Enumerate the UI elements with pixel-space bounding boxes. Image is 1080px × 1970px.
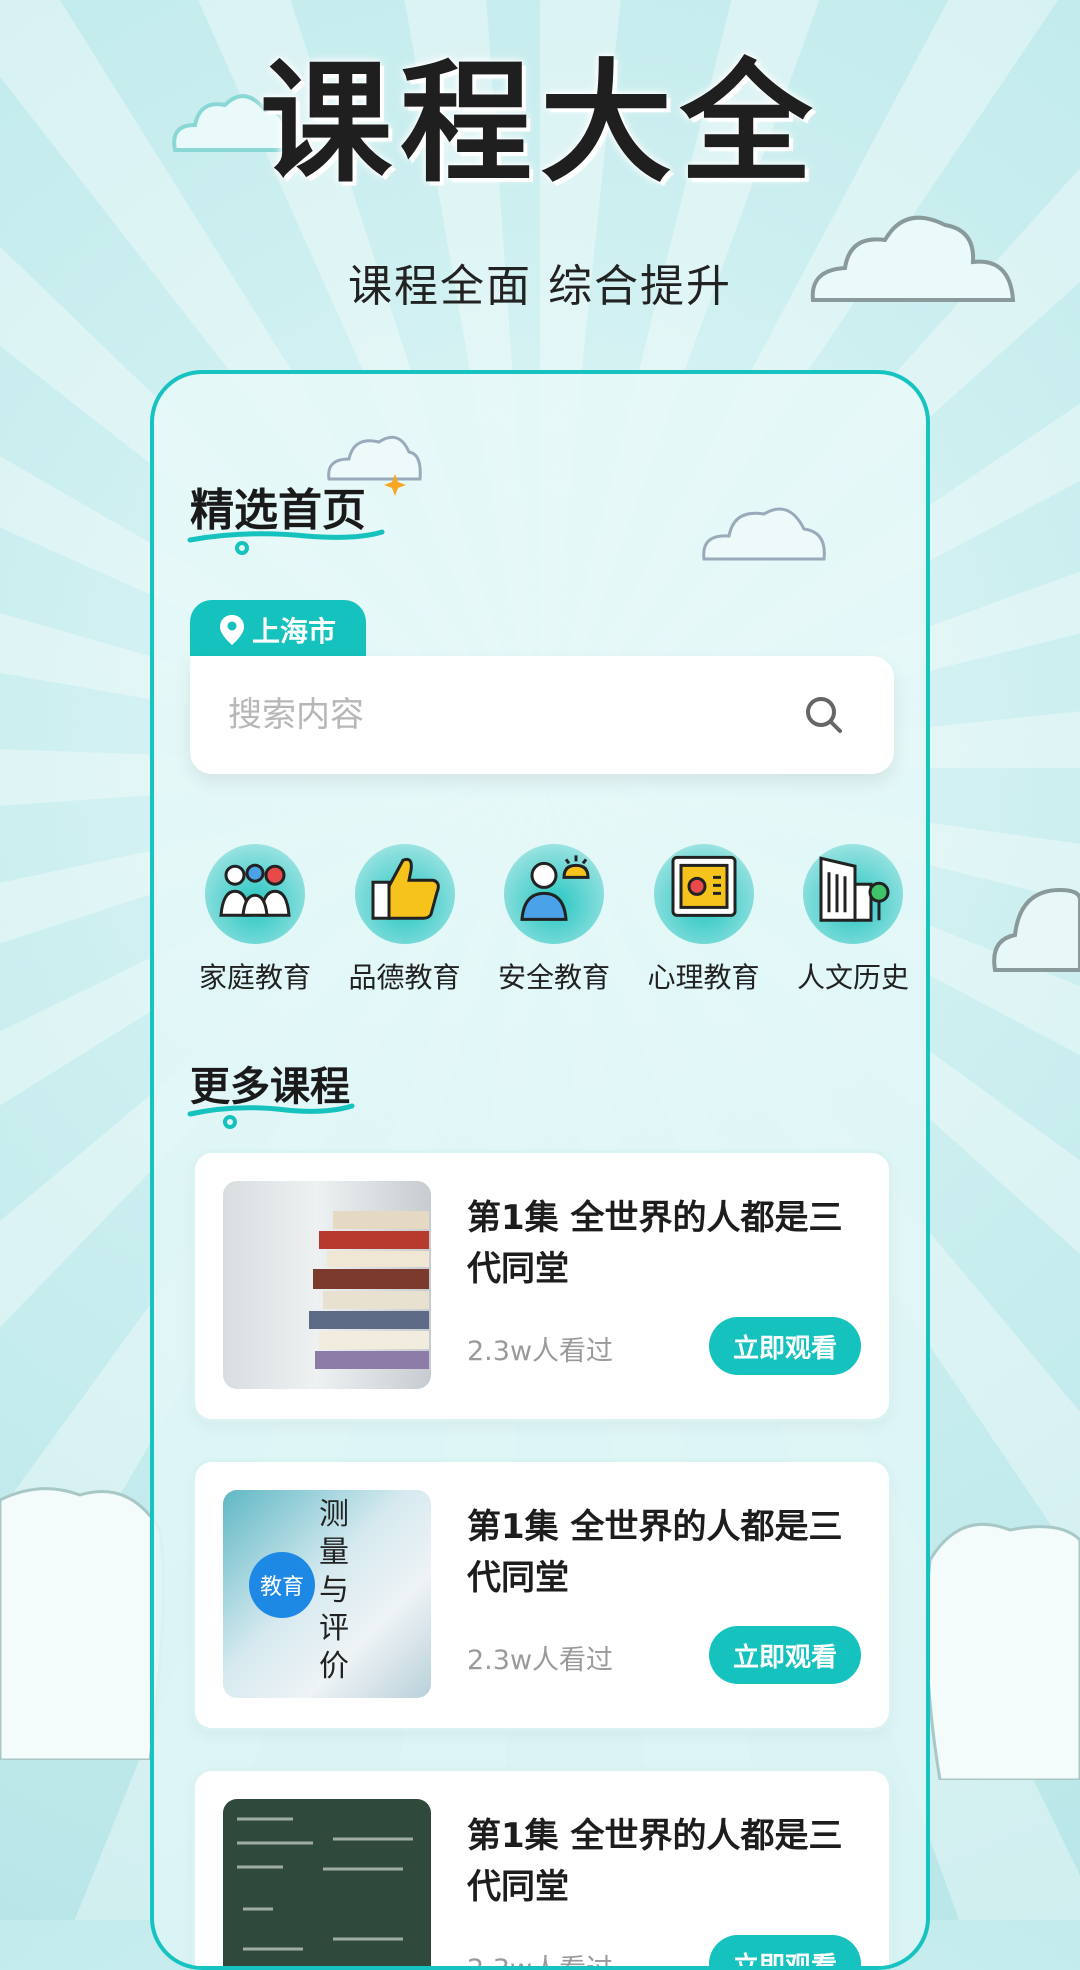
category-family[interactable]: 家庭教育 — [184, 844, 326, 996]
category-safety[interactable]: 安全教育 — [483, 844, 625, 996]
watch-now-button[interactable]: 立即观看 — [709, 1935, 861, 1966]
thumb-badge: 教育 — [249, 1552, 315, 1618]
search-input[interactable] — [226, 694, 804, 736]
cloud-decoration — [925, 1522, 1080, 1780]
cloud-decoration — [0, 1487, 165, 1760]
sparkle-icon — [384, 474, 406, 496]
view-count: 2.3w人看过 — [467, 1645, 614, 1676]
safe-box-icon — [671, 855, 736, 917]
location-pin-icon — [220, 615, 244, 645]
category-label: 人文历史 — [796, 961, 909, 994]
course-card[interactable]: 教育 测量与评价 第1集 全世界的人都是三代同堂 2.3w人看过 立即观看 — [192, 1459, 892, 1731]
category-humanities[interactable]: 人文历史 — [782, 844, 924, 996]
watch-now-button[interactable]: 立即观看 — [709, 1626, 861, 1684]
title-underline-icon — [187, 529, 385, 555]
course-card[interactable]: 第1集 全世界的人都是三代同堂 2.3w人看过 立即观看 — [192, 1150, 892, 1422]
family-icon — [219, 863, 291, 917]
category-label: 品德教育 — [348, 961, 461, 994]
thumbs-up-icon — [371, 857, 440, 920]
hero-subtitle: 课程全面 综合提升 — [348, 261, 732, 312]
category-label: 安全教育 — [497, 961, 610, 994]
category-row: 家庭教育 品德教育 安全教育 心理教育 人文历史 — [184, 844, 924, 996]
cloud-decoration — [702, 507, 826, 561]
location-label: 上海市 — [252, 615, 337, 648]
course-card[interactable]: 第1集 全世界的人都是三代同堂 2.3w人看过 立即观看 — [192, 1768, 892, 1970]
thumb-text: 测量与评价 — [319, 1497, 349, 1684]
search-bar[interactable] — [190, 656, 894, 774]
building-icon — [819, 856, 890, 922]
category-label: 家庭教育 — [198, 961, 311, 994]
view-count: 2.3w人看过 — [467, 1954, 614, 1970]
course-thumbnail: 教育 测量与评价 — [223, 1490, 431, 1698]
category-morality[interactable]: 品德教育 — [334, 844, 476, 996]
safety-officer-icon — [520, 855, 590, 921]
cloud-decoration — [992, 887, 1080, 972]
course-thumbnail — [223, 1181, 431, 1389]
location-selector[interactable]: 上海市 — [190, 600, 366, 660]
category-label: 心理教育 — [647, 961, 760, 994]
search-icon[interactable] — [804, 695, 844, 735]
course-thumbnail — [223, 1799, 431, 1966]
course-title: 第1集 全世界的人都是三代同堂 — [467, 1198, 843, 1289]
course-title: 第1集 全世界的人都是三代同堂 — [467, 1816, 843, 1907]
hero-title: 课程大全 — [260, 47, 820, 201]
phone-frame: 精选首页 上海市 搜索内容 家庭教育 品德教育 安全教育 心理教育 人文历史 更… — [150, 370, 930, 1970]
view-count: 2.3w人看过 — [467, 1336, 614, 1367]
course-title: 第1集 全世界的人都是三代同堂 — [467, 1507, 843, 1598]
category-psychology[interactable]: 心理教育 — [633, 844, 775, 996]
watch-now-button[interactable]: 立即观看 — [709, 1317, 861, 1375]
title-underline-icon — [187, 1103, 355, 1129]
